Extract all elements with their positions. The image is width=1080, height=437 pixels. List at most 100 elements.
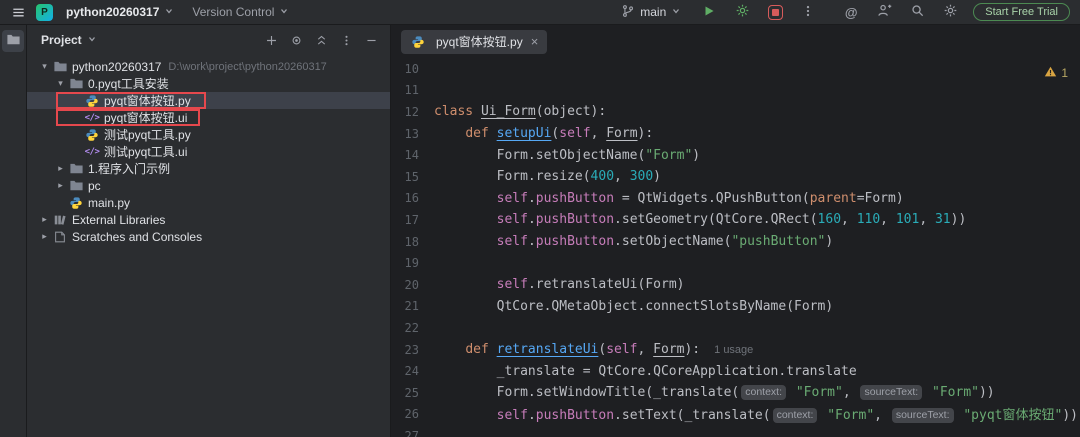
tree-item[interactable]: pyqt窗体按钮.py bbox=[27, 92, 390, 109]
code-line[interactable]: 23 def retranslateUi(self, Form): 1 usage bbox=[391, 339, 1080, 361]
code-line[interactable]: 25 Form.setWindowTitle(_translate(contex… bbox=[391, 382, 1080, 404]
code-token: pushButton bbox=[535, 408, 615, 424]
kebab-menu-icon[interactable] bbox=[340, 34, 353, 47]
tree-item[interactable]: ▾ python20260317 D:\work\project\python202… bbox=[27, 58, 390, 75]
tree-item[interactable]: ▸ External Libraries bbox=[27, 211, 390, 228]
code-line[interactable]: 24 _translate = QtCore.QCoreApplication.… bbox=[391, 360, 1080, 382]
code-token: .setText(_translate( bbox=[614, 408, 771, 424]
code-line[interactable]: 16 self.pushButton = QtWidgets.QPushButt… bbox=[391, 188, 1080, 210]
code-line[interactable]: 12 class Ui_Form(object): bbox=[391, 101, 1080, 123]
tree-item[interactable]: ▾ 0.pyqt工具安装 bbox=[27, 75, 390, 92]
editor-tab[interactable]: pyqt窗体按钮.py × bbox=[401, 29, 548, 54]
collapse-all-icon[interactable] bbox=[315, 34, 328, 47]
line-text: self.pushButton.setObjectName("pushButto… bbox=[419, 234, 834, 250]
menu-icon[interactable] bbox=[8, 2, 28, 22]
code-line[interactable]: 11 bbox=[391, 80, 1080, 102]
code-token: ) bbox=[825, 234, 834, 250]
search-everywhere-button[interactable] bbox=[907, 2, 927, 22]
panel-header-icons bbox=[265, 34, 378, 47]
code-token: def bbox=[465, 126, 489, 142]
line-number: 21 bbox=[404, 299, 419, 314]
line-number: 10 bbox=[404, 61, 419, 76]
parameter-hint: context: bbox=[741, 384, 787, 400]
run-button[interactable] bbox=[699, 2, 719, 22]
line-text: def retranslateUi(self, Form): 1 usage bbox=[419, 342, 753, 357]
python-icon bbox=[84, 93, 100, 109]
code-with-me-button[interactable] bbox=[874, 2, 894, 22]
stop-button[interactable] bbox=[765, 2, 785, 22]
tree-item[interactable]: main.py bbox=[27, 194, 390, 211]
tree-item-label: External Libraries bbox=[72, 212, 166, 227]
tree-item[interactable]: ▸ pc bbox=[27, 177, 390, 194]
mentions-button[interactable]: @ bbox=[841, 2, 861, 22]
main-toolbar: P python20260317 Version Control main @ … bbox=[0, 0, 1080, 25]
code-token: =Form) bbox=[856, 190, 904, 206]
code-token: def bbox=[465, 342, 489, 358]
chevron-down-icon[interactable]: ▾ bbox=[37, 62, 52, 71]
more-actions-button[interactable] bbox=[798, 2, 818, 22]
code-area[interactable]: 10 11 12 class Ui_Form(object): 13 def setup… bbox=[391, 58, 1080, 437]
code-line[interactable]: 20 self.retranslateUi(Form) bbox=[391, 274, 1080, 296]
code-line[interactable]: 22 bbox=[391, 317, 1080, 339]
code-line[interactable]: 27 bbox=[391, 425, 1080, 437]
panel-title[interactable]: Project bbox=[41, 33, 82, 47]
chevron-down-icon bbox=[279, 5, 289, 19]
code-token: .setGeometry(QtCore.QRect( bbox=[614, 212, 818, 228]
chevron-down-icon[interactable] bbox=[87, 33, 97, 47]
code-line[interactable]: 18 self.pushButton.setObjectName("pushBu… bbox=[391, 231, 1080, 253]
code-line[interactable]: 14 Form.setObjectName("Form") bbox=[391, 144, 1080, 166]
code-line[interactable]: 15 Form.resize(400, 300) bbox=[391, 166, 1080, 188]
version-control-selector[interactable]: Version Control bbox=[187, 3, 294, 21]
project-selector[interactable]: python20260317 bbox=[61, 3, 179, 21]
tree-item[interactable]: ▸ Scratches and Consoles bbox=[27, 228, 390, 245]
tree-item[interactable]: </> pyqt窗体按钮.ui bbox=[27, 109, 390, 126]
play-icon bbox=[702, 4, 716, 21]
chevron-right-icon[interactable]: ▸ bbox=[37, 215, 52, 224]
locate-icon[interactable] bbox=[290, 34, 303, 47]
code-token: . bbox=[527, 234, 536, 250]
code-line[interactable]: 17 self.pushButton.setGeometry(QtCore.QR… bbox=[391, 209, 1080, 231]
code-line[interactable]: 10 bbox=[391, 58, 1080, 80]
code-token: pushButton bbox=[535, 212, 615, 228]
line-number: 25 bbox=[404, 385, 419, 400]
code-line[interactable]: 19 bbox=[391, 252, 1080, 274]
code-token: , bbox=[841, 212, 857, 228]
chevron-down-icon[interactable]: ▾ bbox=[53, 79, 68, 88]
tree-item-label: 测试pyqt工具.py bbox=[104, 128, 191, 142]
inspections-widget[interactable]: 1 bbox=[1044, 65, 1068, 81]
tree-item[interactable]: ▸ 1.程序入门示例 bbox=[27, 160, 390, 177]
line-number: 16 bbox=[404, 191, 419, 206]
chevron-right-icon[interactable]: ▸ bbox=[53, 164, 68, 173]
tree-item[interactable]: 测试pyqt工具.py bbox=[27, 126, 390, 143]
line-text: class Ui_Form(object): bbox=[419, 104, 606, 119]
close-icon[interactable]: × bbox=[531, 35, 539, 48]
start-free-trial-button[interactable]: Start Free Trial bbox=[973, 3, 1070, 21]
line-number: 18 bbox=[404, 234, 419, 249]
tree-item-label: python20260317 bbox=[72, 59, 162, 74]
code-line[interactable]: 13 def setupUi(self, Form): bbox=[391, 123, 1080, 145]
warning-count: 1 bbox=[1061, 66, 1068, 80]
hide-icon[interactable] bbox=[365, 34, 378, 47]
code-token: Ui_Form bbox=[480, 104, 536, 120]
code-token: "Form" bbox=[645, 147, 693, 163]
line-number: 22 bbox=[404, 320, 419, 335]
plus-icon[interactable] bbox=[265, 34, 278, 47]
chevron-right-icon[interactable]: ▸ bbox=[53, 181, 68, 190]
code-token: , bbox=[637, 342, 654, 358]
code-line[interactable]: 26 self.pushButton.setText(_translate(co… bbox=[391, 404, 1080, 426]
code-line[interactable]: 21 QtCore.QMetaObject.connectSlotsByName… bbox=[391, 296, 1080, 318]
run-gear-button[interactable] bbox=[732, 2, 752, 22]
line-number: 13 bbox=[404, 126, 419, 141]
pycharm-logo: P bbox=[36, 3, 53, 21]
settings-button[interactable] bbox=[940, 2, 960, 22]
chevron-right-icon[interactable]: ▸ bbox=[37, 232, 52, 241]
code-token: "pyqt窗体按钮" bbox=[963, 408, 1063, 424]
tree-item[interactable]: </> 测试pyqt工具.ui bbox=[27, 143, 390, 160]
line-text: self.pushButton.setGeometry(QtCore.QRect… bbox=[419, 212, 967, 228]
settings-gear-icon bbox=[943, 3, 958, 21]
branch-selector[interactable]: main bbox=[616, 2, 686, 23]
code-token: , bbox=[919, 212, 935, 228]
project-tool-button[interactable] bbox=[2, 30, 24, 52]
code-token: QtCore.QMetaObject.connectSlotsByName(Fo… bbox=[434, 298, 834, 314]
